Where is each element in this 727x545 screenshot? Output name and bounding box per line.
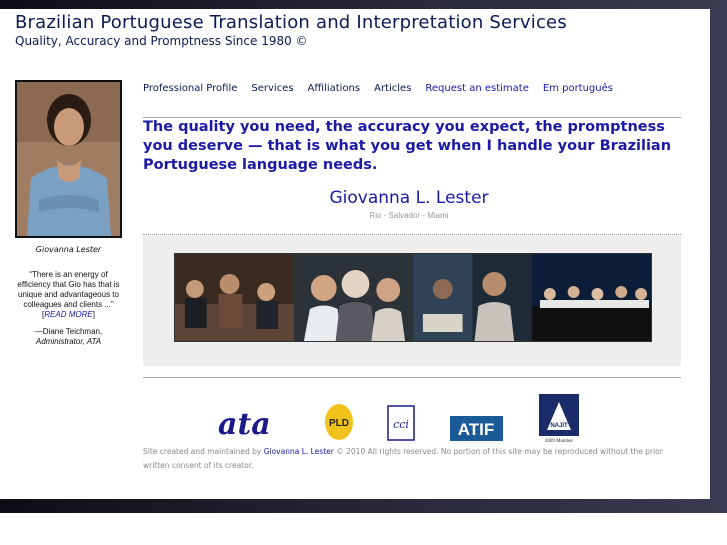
atif-logo-text: ATIF [458,420,495,439]
najit-logo-text: NAJIT [550,423,568,429]
nav-em-portugues[interactable]: Em português [543,83,613,94]
event-photo-strip [174,253,652,342]
nav-affiliations[interactable]: Affiliations [308,83,361,94]
ata-logo-text: ata [218,407,271,442]
profile-photo [15,80,122,238]
footer-prefix: Site created and maintained by [143,447,264,456]
footer-author-link[interactable]: Giovanna L. Lester [264,447,334,456]
najit-member-text: 2009 Member [545,439,574,444]
site-subtitle: Quality, Accuracy and Promptness Since 1… [15,34,308,48]
cci-logo-text: cci [393,418,409,431]
event-photo-2 [294,254,413,341]
owner-name: Giovanna L. Lester [329,188,489,208]
testimonial-quote: “There is an energy of efficiency that G… [15,270,122,320]
author-name: —Diane Teichman, [34,327,103,336]
event-photo-4 [532,254,651,341]
event-photo-1 [175,254,294,341]
nav-articles[interactable]: Articles [374,83,411,94]
main-nav: Professional Profile Services Affiliatio… [143,83,613,94]
testimonial-text: “There is an energy of efficiency that G… [17,270,120,309]
read-more-link[interactable]: READ MORE [44,310,92,319]
locations: Rio - Salvador - Miami [369,211,449,220]
tagline: The quality you need, the accuracy you e… [143,119,672,173]
logos-divider [143,377,681,378]
nav-professional-profile[interactable]: Professional Profile [143,83,237,94]
footer: Site created and maintained by Giovanna … [143,445,683,473]
cci-logo[interactable]: cci [387,405,415,441]
pld-logo[interactable]: PLD [325,404,353,440]
event-photo-3 [413,254,532,341]
profile-photo-illustration [17,82,120,236]
testimonial-author: —Diane Teichman, Administrator, ATA [15,327,122,347]
page-bottom-strip [0,513,727,545]
affiliation-logos: ata PLD cci ATIF NAJIT 2009 Member [218,394,579,444]
atif-logo[interactable]: ATIF [450,416,503,441]
photo-caption: Giovanna Lester [35,245,102,254]
read-more-close-bracket: ] [92,310,95,319]
dotted-divider [143,234,681,235]
site-title: Brazilian Portuguese Translation and Int… [15,12,567,33]
pld-logo-text: PLD [329,418,349,429]
nav-services[interactable]: Services [251,83,293,94]
author-title: Administrator, ATA [35,337,102,346]
najit-logo[interactable]: NAJIT 2009 Member [539,394,579,444]
ata-logo[interactable]: ata [218,407,271,442]
nav-request-estimate[interactable]: Request an estimate [425,83,528,94]
